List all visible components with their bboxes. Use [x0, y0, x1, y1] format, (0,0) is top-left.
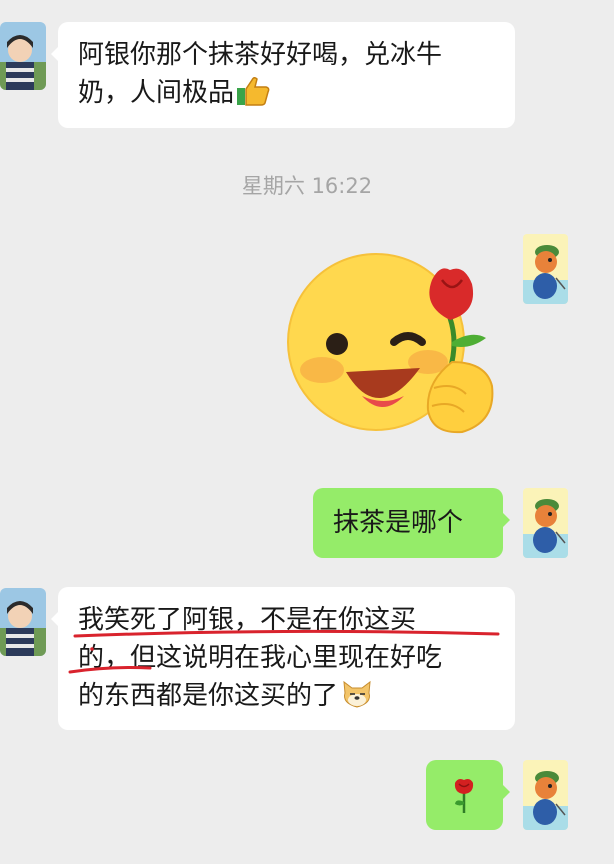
message-text-line: 我笑死了阿银，不是在你这买	[78, 605, 417, 635]
outgoing-message-bubble[interactable]: 抹茶是哪个	[313, 488, 510, 558]
message-text-line: 奶，人间极品	[78, 78, 235, 108]
my-avatar[interactable]	[523, 760, 568, 830]
contact-avatar[interactable]	[0, 588, 46, 656]
my-avatar[interactable]	[523, 234, 568, 304]
doge-emoji-icon	[340, 679, 374, 720]
message-text-line: 阿银你那个抹茶好好喝，兑冰牛	[78, 40, 443, 70]
smiling-face-holding-rose-sticker[interactable]	[282, 250, 504, 442]
thumbs-up-icon	[236, 76, 270, 117]
incoming-message-bubble[interactable]: 阿银你那个抹茶好好喝，兑冰牛 奶，人间极品	[51, 22, 515, 128]
message-text-line: 的东西都是你这买的了	[78, 681, 339, 711]
message-text: 抹茶是哪个	[333, 508, 464, 538]
contact-avatar[interactable]	[0, 22, 46, 90]
message-text-line: 的，但这说明在我心里现在好吃	[78, 643, 443, 673]
my-avatar[interactable]	[523, 488, 568, 558]
message-timestamp: 星期六 16:22	[241, 174, 373, 198]
rose-icon	[452, 776, 476, 825]
incoming-message-bubble[interactable]: 我笑死了阿银，不是在你这买 的，但这说明在我心里现在好吃 的东西都是你这买的了	[51, 587, 515, 730]
outgoing-message-bubble[interactable]	[426, 760, 510, 830]
